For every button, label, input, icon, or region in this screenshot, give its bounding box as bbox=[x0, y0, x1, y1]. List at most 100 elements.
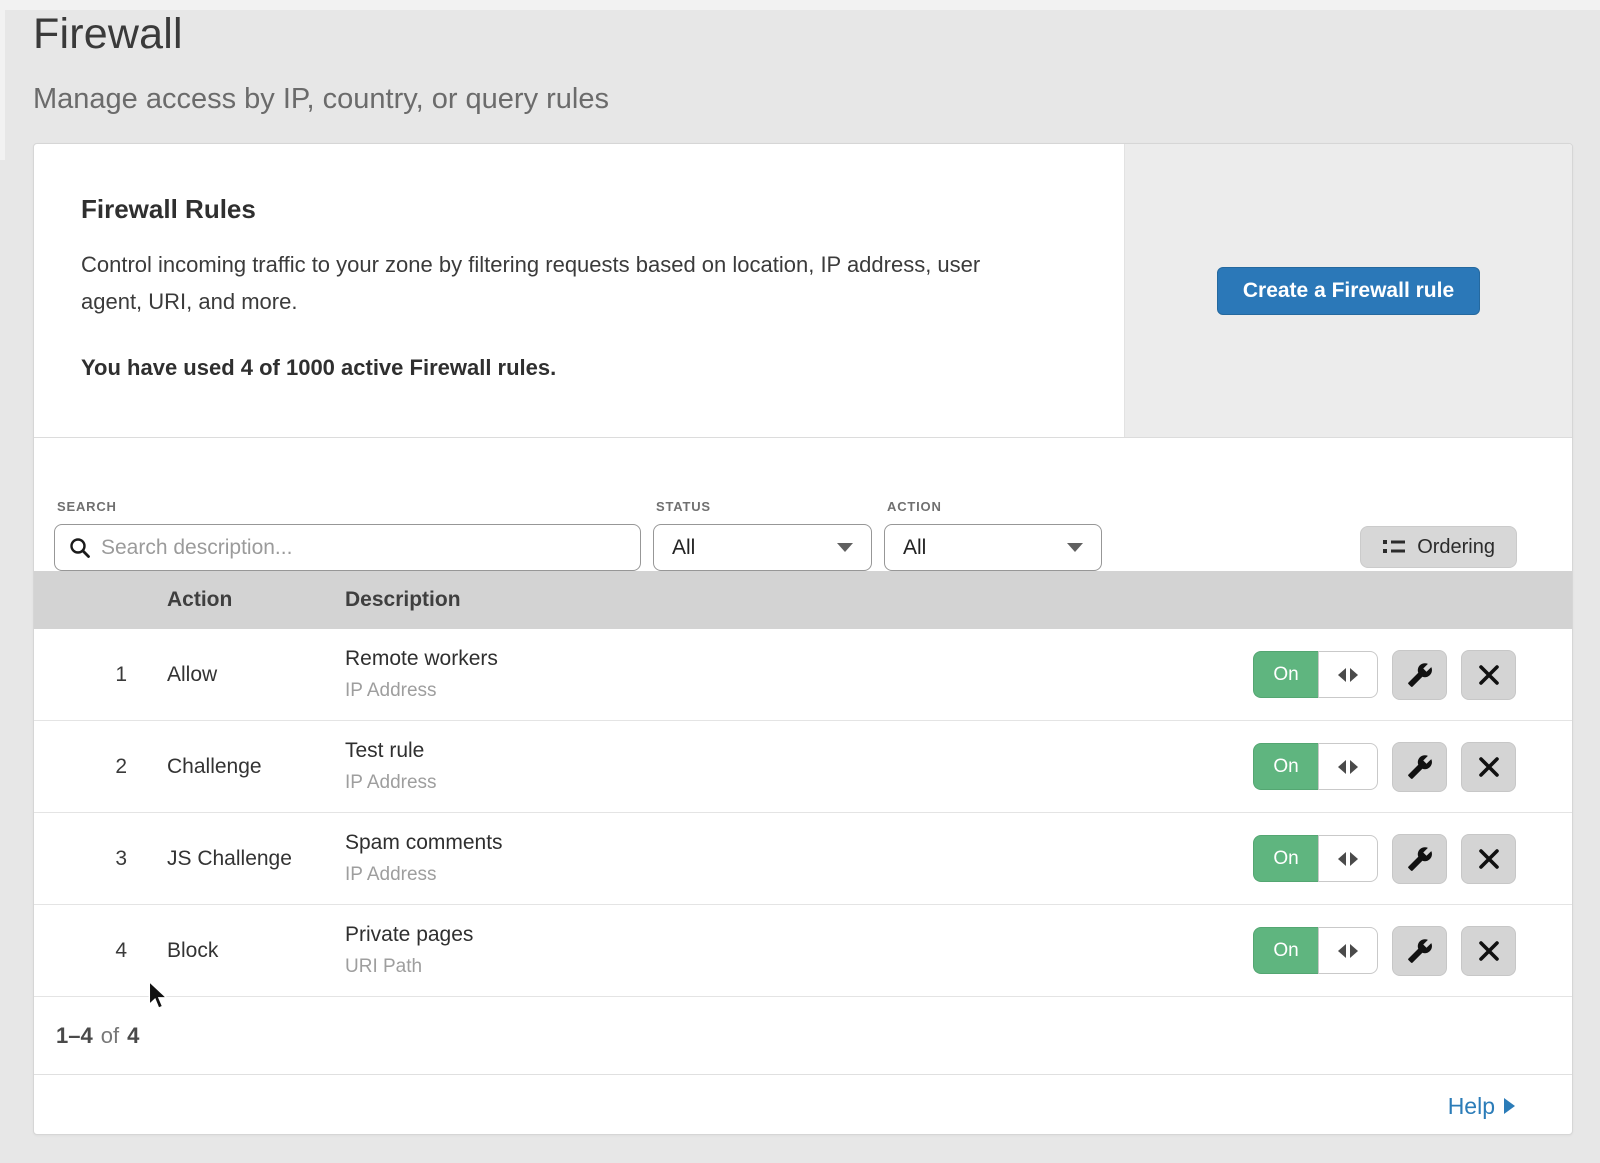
toggle-handle[interactable] bbox=[1318, 743, 1378, 790]
rule-enabled-toggle[interactable]: On bbox=[1253, 743, 1378, 790]
chevron-down-icon bbox=[1067, 543, 1083, 552]
rule-field-type: IP Address bbox=[345, 680, 1212, 702]
rule-description-cell: Test rule IP Address bbox=[345, 739, 1212, 794]
wrench-icon bbox=[1407, 846, 1433, 872]
rule-priority: 3 bbox=[34, 847, 167, 871]
rule-controls: On bbox=[1212, 926, 1572, 976]
triangle-left-icon bbox=[1338, 760, 1346, 774]
action-select[interactable]: All bbox=[884, 524, 1102, 571]
action-filter-group: ACTION All bbox=[872, 499, 1102, 571]
filter-bar: SEARCH STATUS All ACTION All bbox=[34, 438, 1572, 571]
rules-description: Control incoming traffic to your zone by… bbox=[81, 246, 1026, 320]
edit-rule-button[interactable] bbox=[1392, 650, 1447, 700]
wrench-icon bbox=[1407, 662, 1433, 688]
action-column-header: Action bbox=[167, 588, 345, 612]
page-subtitle: Manage access by IP, country, or query r… bbox=[33, 83, 1600, 116]
overview-action-panel: Create a Firewall rule bbox=[1124, 144, 1572, 437]
rule-description-cell: Remote workers IP Address bbox=[345, 647, 1212, 702]
rule-enabled-toggle[interactable]: On bbox=[1253, 835, 1378, 882]
help-link[interactable]: Help bbox=[1448, 1093, 1515, 1120]
triangle-right-icon bbox=[1350, 852, 1358, 866]
edit-rule-button[interactable] bbox=[1392, 926, 1447, 976]
table-row: 3 JS Challenge Spam comments IP Address … bbox=[34, 813, 1572, 905]
card-footer: Help bbox=[34, 1074, 1572, 1135]
search-box[interactable] bbox=[54, 524, 641, 571]
ordering-button[interactable]: Ordering bbox=[1360, 526, 1517, 568]
rule-enabled-toggle[interactable]: On bbox=[1253, 927, 1378, 974]
window-edge-left bbox=[0, 0, 5, 160]
triangle-left-icon bbox=[1338, 668, 1346, 682]
overview-section: Firewall Rules Control incoming traffic … bbox=[34, 144, 1572, 438]
search-icon bbox=[69, 537, 91, 559]
window-edge-top bbox=[0, 0, 1600, 10]
toggle-on-label[interactable]: On bbox=[1253, 743, 1318, 790]
rule-action: Block bbox=[167, 939, 345, 963]
create-firewall-rule-button[interactable]: Create a Firewall rule bbox=[1217, 267, 1480, 315]
page-title: Firewall bbox=[33, 10, 1600, 59]
rule-action: Allow bbox=[167, 663, 345, 687]
rule-field-type: IP Address bbox=[345, 864, 1212, 886]
rule-controls: On bbox=[1212, 742, 1572, 792]
search-filter-group: SEARCH bbox=[54, 499, 641, 571]
toggle-handle[interactable] bbox=[1318, 835, 1378, 882]
status-label: STATUS bbox=[656, 499, 872, 514]
rule-description-cell: Private pages URI Path bbox=[345, 923, 1212, 978]
rule-description: Test rule bbox=[345, 739, 1212, 763]
firewall-rules-card: Firewall Rules Control incoming traffic … bbox=[33, 143, 1573, 1135]
rule-field-type: URI Path bbox=[345, 956, 1212, 978]
action-label: ACTION bbox=[887, 499, 1102, 514]
triangle-right-icon bbox=[1350, 944, 1358, 958]
toggle-on-label[interactable]: On bbox=[1253, 927, 1318, 974]
rule-controls: On bbox=[1212, 650, 1572, 700]
overview-text: Firewall Rules Control incoming traffic … bbox=[34, 144, 1124, 437]
help-link-label: Help bbox=[1448, 1093, 1495, 1120]
ordering-button-label: Ordering bbox=[1417, 536, 1495, 559]
toggle-on-label[interactable]: On bbox=[1253, 835, 1318, 882]
action-selected-value: All bbox=[903, 536, 926, 560]
toggle-on-label[interactable]: On bbox=[1253, 651, 1318, 698]
delete-rule-button[interactable] bbox=[1461, 742, 1516, 792]
table-row: 2 Challenge Test rule IP Address On bbox=[34, 721, 1572, 813]
pagination-of-label: of bbox=[101, 1023, 119, 1049]
status-selected-value: All bbox=[672, 536, 695, 560]
x-icon bbox=[1478, 664, 1500, 686]
rule-enabled-toggle[interactable]: On bbox=[1253, 651, 1378, 698]
status-select[interactable]: All bbox=[653, 524, 872, 571]
rule-description: Spam comments bbox=[345, 831, 1212, 855]
delete-rule-button[interactable] bbox=[1461, 926, 1516, 976]
rule-controls: On bbox=[1212, 834, 1572, 884]
toggle-handle[interactable] bbox=[1318, 927, 1378, 974]
toggle-handle[interactable] bbox=[1318, 651, 1378, 698]
triangle-right-icon bbox=[1504, 1098, 1515, 1114]
edit-rule-button[interactable] bbox=[1392, 742, 1447, 792]
delete-rule-button[interactable] bbox=[1461, 650, 1516, 700]
rule-description-cell: Spam comments IP Address bbox=[345, 831, 1212, 886]
rule-priority: 1 bbox=[34, 663, 167, 687]
rule-description: Remote workers bbox=[345, 647, 1212, 671]
search-label: SEARCH bbox=[57, 499, 641, 514]
rules-heading: Firewall Rules bbox=[81, 194, 1076, 225]
x-icon bbox=[1478, 940, 1500, 962]
table-header: Action Description bbox=[34, 571, 1572, 629]
rule-description: Private pages bbox=[345, 923, 1212, 947]
x-icon bbox=[1478, 848, 1500, 870]
rule-priority: 2 bbox=[34, 755, 167, 779]
pagination-total: 4 bbox=[127, 1023, 139, 1049]
edit-rule-button[interactable] bbox=[1392, 834, 1447, 884]
wrench-icon bbox=[1407, 938, 1433, 964]
triangle-left-icon bbox=[1338, 944, 1346, 958]
delete-rule-button[interactable] bbox=[1461, 834, 1516, 884]
pagination: 1–4 of 4 bbox=[34, 997, 1572, 1074]
status-filter-group: STATUS All bbox=[641, 499, 872, 571]
pagination-range: 1–4 bbox=[56, 1023, 93, 1049]
search-input[interactable] bbox=[101, 536, 626, 560]
description-column-header: Description bbox=[345, 588, 1212, 612]
triangle-left-icon bbox=[1338, 852, 1346, 866]
triangle-right-icon bbox=[1350, 760, 1358, 774]
table-row: 4 Block Private pages URI Path On bbox=[34, 905, 1572, 997]
rules-usage: You have used 4 of 1000 active Firewall … bbox=[81, 355, 1076, 381]
wrench-icon bbox=[1407, 754, 1433, 780]
triangle-right-icon bbox=[1350, 668, 1358, 682]
rule-action: JS Challenge bbox=[167, 847, 345, 871]
page-header: Firewall Manage access by IP, country, o… bbox=[0, 0, 1600, 116]
